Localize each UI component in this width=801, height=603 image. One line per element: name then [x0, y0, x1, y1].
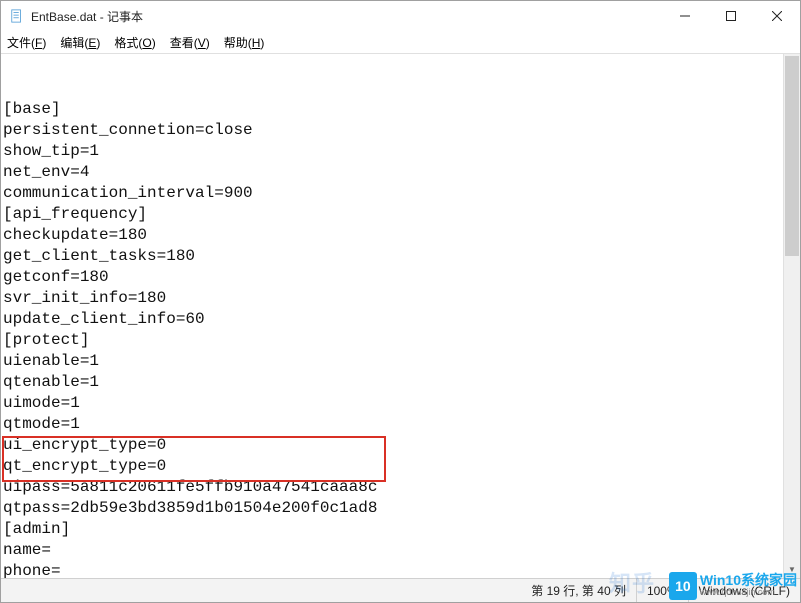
text-line: qtenable=1: [3, 372, 783, 393]
text-line: uipass=5a811c20611fe5ffb910a47541caaa8c: [3, 477, 783, 498]
text-line: persistent_connetion=close: [3, 120, 783, 141]
status-zoom: 100%: [636, 579, 688, 602]
window-controls: [662, 1, 800, 31]
menu-edit[interactable]: 编辑(E): [60, 34, 100, 51]
maximize-button[interactable]: [708, 1, 754, 31]
text-line: checkupdate=180: [3, 225, 783, 246]
window-title: EntBase.dat - 记事本: [31, 8, 143, 25]
scroll-thumb[interactable]: [785, 56, 799, 256]
text-line: getconf=180: [3, 267, 783, 288]
text-line: uimode=1: [3, 393, 783, 414]
notepad-window: EntBase.dat - 记事本 文件(F) 编辑(E) 格式(O) 查看(V…: [0, 0, 801, 603]
text-line: svr_init_info=180: [3, 288, 783, 309]
text-line: net_env=4: [3, 162, 783, 183]
text-line: qtpass=2db59e3bd3859d1b01504e200f0c1ad8: [3, 498, 783, 519]
status-position: 第 19 行, 第 40 列: [521, 579, 636, 602]
text-line: [protect]: [3, 330, 783, 351]
text-line: get_client_tasks=180: [3, 246, 783, 267]
text-area[interactable]: [base]persistent_connetion=closeshow_tip…: [1, 54, 783, 578]
close-button[interactable]: [754, 1, 800, 31]
menu-file[interactable]: 文件(F): [7, 34, 46, 51]
status-bar: 第 19 行, 第 40 列 100% Windows (CRLF): [1, 578, 800, 602]
text-line: update_client_info=60: [3, 309, 783, 330]
notepad-icon: [9, 8, 25, 24]
minimize-button[interactable]: [662, 1, 708, 31]
text-line: uienable=1: [3, 351, 783, 372]
text-line: ui_encrypt_type=0: [3, 435, 783, 456]
menu-bar: 文件(F) 编辑(E) 格式(O) 查看(V) 帮助(H): [1, 31, 800, 53]
vertical-scrollbar[interactable]: ▲ ▼: [783, 54, 800, 578]
text-line: [api_frequency]: [3, 204, 783, 225]
titlebar[interactable]: EntBase.dat - 记事本: [1, 1, 800, 31]
scroll-down-icon[interactable]: ▼: [784, 561, 800, 578]
text-line: qtmode=1: [3, 414, 783, 435]
text-line: [base]: [3, 99, 783, 120]
text-line: name=: [3, 540, 783, 561]
text-line: show_tip=1: [3, 141, 783, 162]
text-line: phone=: [3, 561, 783, 578]
menu-help[interactable]: 帮助(H): [224, 34, 265, 51]
text-line: qt_encrypt_type=0: [3, 456, 783, 477]
text-line: [admin]: [3, 519, 783, 540]
status-eol: Windows (CRLF): [688, 579, 800, 602]
editor-wrap: [base]persistent_connetion=closeshow_tip…: [1, 53, 800, 578]
menu-format[interactable]: 格式(O): [114, 34, 155, 51]
text-line: communication_interval=900: [3, 183, 783, 204]
menu-view[interactable]: 查看(V): [170, 34, 210, 51]
